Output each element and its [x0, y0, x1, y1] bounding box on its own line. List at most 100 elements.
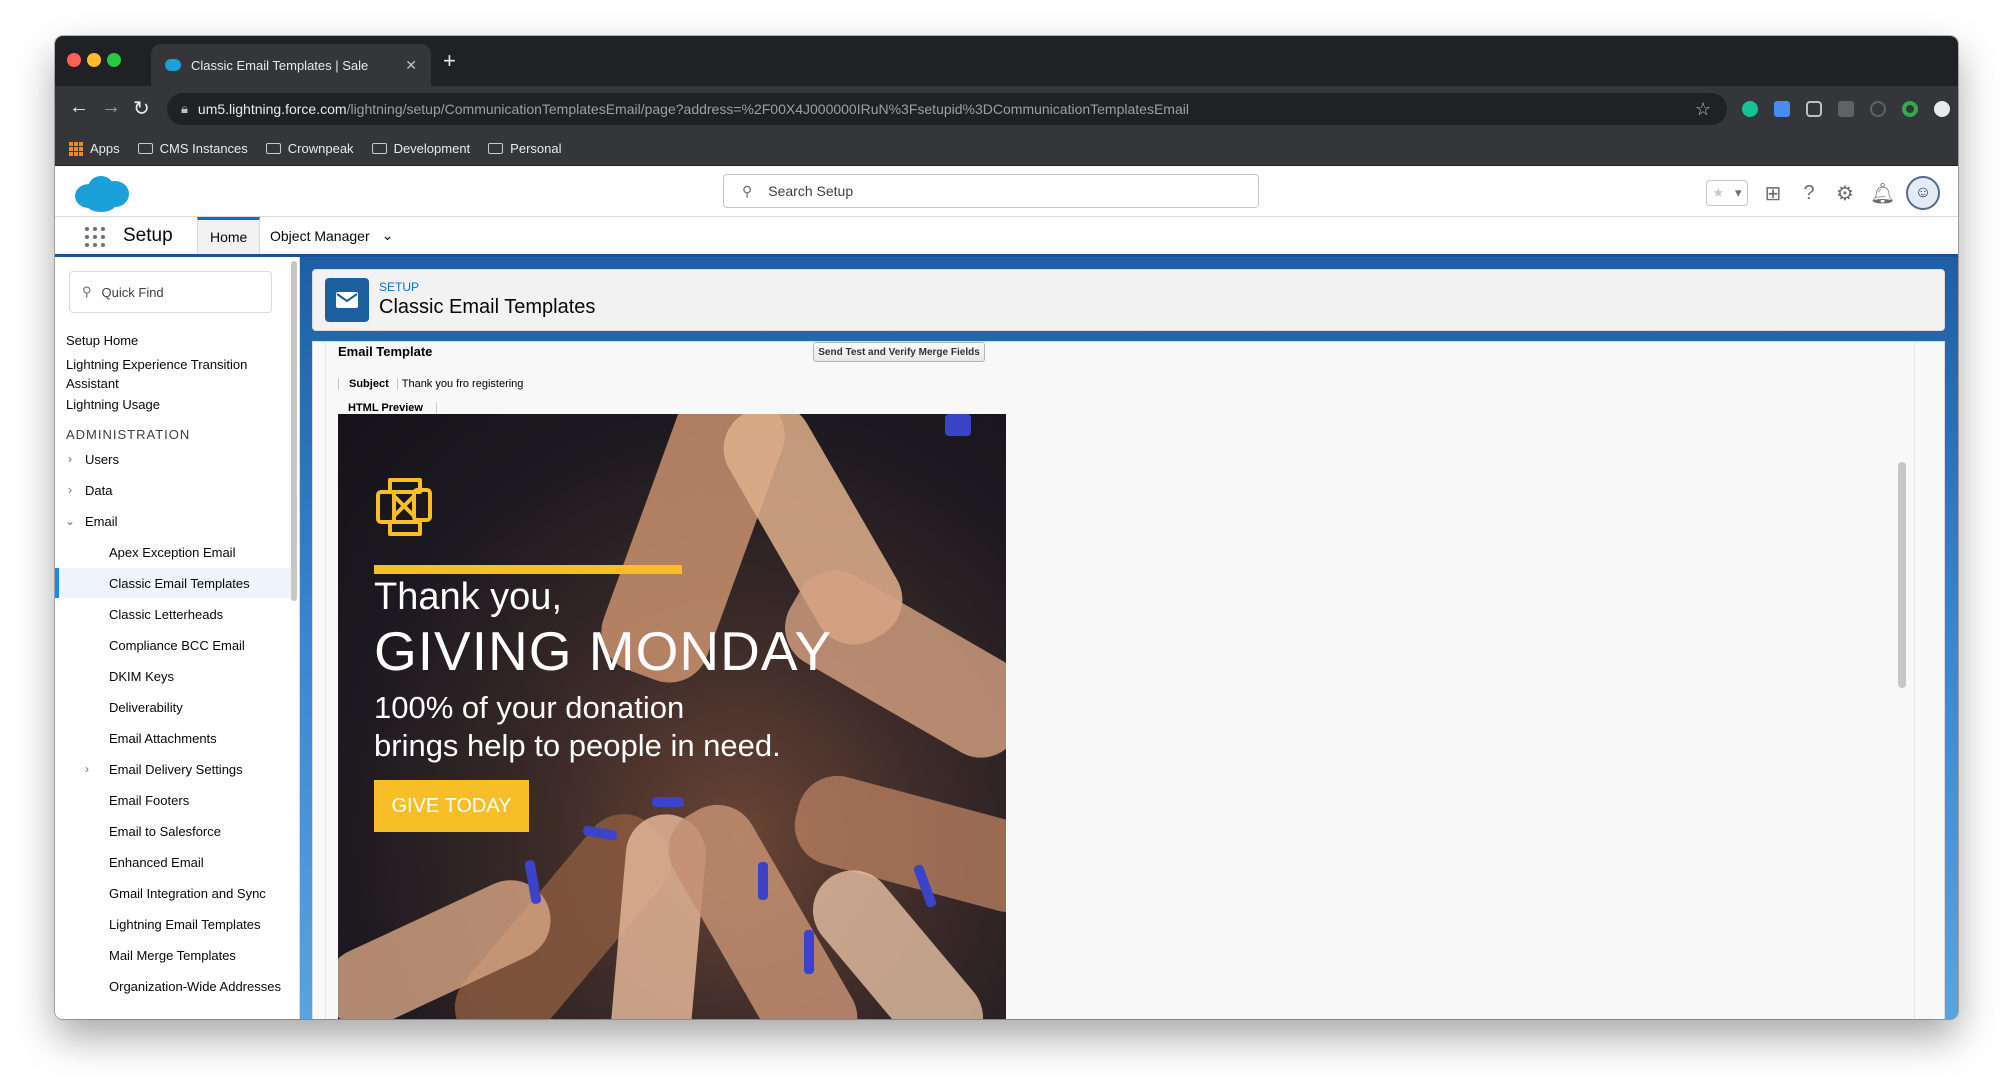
forward-button[interactable]: →	[101, 96, 121, 119]
send-test-button[interactable]: Send Test and Verify Merge Fields	[813, 342, 985, 362]
bookmark-star-icon[interactable]: ☆	[1695, 99, 1711, 120]
quick-find-placeholder: Quick Find	[101, 284, 164, 300]
sidebar-item-apex-exception-email[interactable]: Apex Exception Email	[55, 537, 291, 567]
global-header: ⚲ Search Setup ★ ▾ ⊞ ? ⚙ 🔔︎ ☺	[55, 166, 1958, 217]
bookmark-crownpeak[interactable]: Crownpeak	[265, 141, 354, 156]
sidebar-item-lightning-email-templates[interactable]: Lightning Email Templates	[55, 909, 291, 939]
sidebar-item-label: Email	[85, 513, 118, 529]
browser-tab-title: Classic Email Templates | Sale	[191, 57, 369, 73]
sidebar-link-lightning-usage[interactable]: Lightning Usage	[66, 395, 160, 414]
html-preview-label: HTML Preview	[348, 402, 423, 414]
subject-row: Subject Thank you fro registering	[338, 378, 523, 390]
email-body-line-2: brings help to people in need.	[374, 728, 781, 763]
bookmark-label: Personal	[510, 141, 562, 156]
chevron-down-icon[interactable]: ⌄	[382, 227, 394, 244]
salesforce-favicon-icon	[165, 59, 181, 71]
pocket-extension-icon[interactable]	[1806, 101, 1822, 117]
record-extension-icon[interactable]	[1934, 101, 1950, 117]
content-scrollbar[interactable]	[1898, 462, 1906, 688]
page-title: Classic Email Templates	[379, 296, 596, 318]
sidebar-item-email-footers[interactable]: Email Footers	[55, 785, 291, 815]
sidebar-item-gmail-integration[interactable]: Gmail Integration and Sync	[55, 878, 291, 908]
email-preview: Thank you, GIVING MONDAY 100% of your do…	[338, 414, 1006, 1019]
sidebar-item-email-delivery-settings[interactable]: › Email Delivery Settings	[55, 754, 291, 784]
sidebar-link-transition-assistant[interactable]: Lightning Experience Transition Assistan…	[66, 355, 276, 393]
add-icon[interactable]: ⊞	[1762, 181, 1784, 206]
sidebar-item-email-attachments[interactable]: Email Attachments	[55, 723, 291, 753]
reload-button[interactable]: ↻	[133, 96, 150, 121]
sidebar-item-dkim-keys[interactable]: DKIM Keys	[55, 661, 291, 691]
help-icon[interactable]: ?	[1798, 182, 1820, 205]
page-header: SETUP Classic Email Templates	[312, 269, 1945, 331]
wristband	[804, 930, 814, 974]
preview-separator	[436, 402, 437, 414]
gear-icon[interactable]: ⚙	[1834, 181, 1856, 206]
sidebar-item-label: Classic Email Templates	[109, 575, 250, 591]
sidebar-item-label: Data	[85, 482, 113, 498]
sidebar-item-organization-wide-addresses[interactable]: Organization-Wide Addresses	[55, 971, 291, 1001]
address-bar[interactable]: 🔒︎ um5.lightning.force.com /lightning/se…	[167, 93, 1727, 125]
sidebar-link-setup-home[interactable]: Setup Home	[66, 331, 138, 350]
sidebar-scrollbar[interactable]	[291, 261, 297, 601]
app-launcher-icon[interactable]	[85, 227, 105, 247]
sidebar-item-label: Apex Exception Email	[109, 544, 236, 560]
close-window-button[interactable]	[67, 53, 81, 67]
sidebar-item-email-to-salesforce[interactable]: Email to Salesforce	[55, 816, 291, 846]
salesforce-logo-icon[interactable]	[71, 174, 131, 214]
header-utility-icons: ★ ▾ ⊞ ? ⚙ 🔔︎ ☺	[1706, 176, 1940, 210]
app-nav-bar: Setup Home Object Manager ⌄	[55, 217, 1958, 257]
info-extension-icon[interactable]	[1870, 101, 1886, 117]
sidebar-item-deliverability[interactable]: Deliverability	[55, 692, 291, 722]
bookmark-personal[interactable]: Personal	[488, 141, 561, 156]
minimize-window-button[interactable]	[87, 53, 101, 67]
page-eyebrow: SETUP	[379, 280, 420, 294]
sidebar-item-classic-email-templates[interactable]: Classic Email Templates	[55, 568, 291, 598]
give-today-button[interactable]: GIVE TODAY	[374, 780, 529, 832]
tab-object-manager[interactable]: Object Manager ⌄	[258, 217, 405, 254]
browser-window: Classic Email Templates | Sale ✕ + ← → ↻…	[55, 36, 1958, 1019]
browser-tab-strip: Classic Email Templates | Sale ✕ +	[55, 36, 1958, 86]
browser-tab-active[interactable]: Classic Email Templates | Sale ✕	[151, 44, 431, 86]
hands-together-logo-icon	[376, 478, 432, 536]
wristband	[758, 862, 768, 900]
translate-extension-icon[interactable]	[1774, 101, 1790, 117]
quick-find-input[interactable]: ⚲ Quick Find	[69, 271, 272, 313]
folder-icon	[265, 143, 281, 154]
bell-icon[interactable]: 🔔︎	[1870, 181, 1895, 206]
sidebar-item-label: DKIM Keys	[109, 668, 175, 684]
avatar[interactable]: ☺	[1906, 176, 1940, 210]
email-headline-2: GIVING MONDAY	[374, 620, 833, 682]
sidebar-item-email[interactable]: ⌄ Email	[55, 506, 291, 536]
new-tab-button[interactable]: +	[443, 48, 456, 74]
sidebar-item-label: Compliance BCC Email	[109, 637, 245, 653]
global-search-input[interactable]: ⚲ Search Setup	[723, 174, 1259, 208]
bookmark-cms-instances[interactable]: CMS Instances	[137, 141, 248, 156]
section-heading-administration: ADMINISTRATION	[66, 427, 191, 442]
folder-icon	[371, 143, 387, 154]
extension-icon[interactable]	[1838, 101, 1854, 117]
wristband	[652, 797, 684, 807]
sidebar-item-label: Gmail Integration and Sync	[109, 885, 266, 901]
sidebar-item-classic-letterheads[interactable]: Classic Letterheads	[55, 599, 291, 629]
back-button[interactable]: ←	[69, 96, 89, 119]
bookmark-label: Crownpeak	[287, 141, 354, 156]
sidebar-item-label: Email Attachments	[109, 730, 217, 746]
folder-icon	[488, 143, 504, 154]
maximize-window-button[interactable]	[107, 53, 121, 67]
grammarly-extension-icon[interactable]	[1742, 101, 1758, 117]
sidebar-item-compliance-bcc-email[interactable]: Compliance BCC Email	[55, 630, 291, 660]
sidebar-item-data[interactable]: › Data	[55, 475, 291, 505]
favorites-button[interactable]: ★ ▾	[1706, 180, 1748, 206]
close-tab-icon[interactable]: ✕	[405, 57, 417, 74]
tab-home[interactable]: Home	[197, 217, 261, 254]
sidebar-item-mail-merge-templates[interactable]: Mail Merge Templates	[55, 940, 291, 970]
bookmark-apps[interactable]: Apps	[69, 141, 120, 156]
setup-sidebar: ⚲ Quick Find Setup Home Lightning Experi…	[55, 257, 300, 1019]
green-extension-icon[interactable]	[1902, 101, 1918, 117]
section-title: Email Template	[338, 344, 433, 359]
bookmark-development[interactable]: Development	[371, 141, 470, 156]
sidebar-item-label: Mail Merge Templates	[109, 947, 236, 963]
sidebar-item-enhanced-email[interactable]: Enhanced Email	[55, 847, 291, 877]
sidebar-item-users[interactable]: › Users	[55, 444, 291, 474]
sidebar-item-label: Lightning Email Templates	[109, 916, 261, 932]
